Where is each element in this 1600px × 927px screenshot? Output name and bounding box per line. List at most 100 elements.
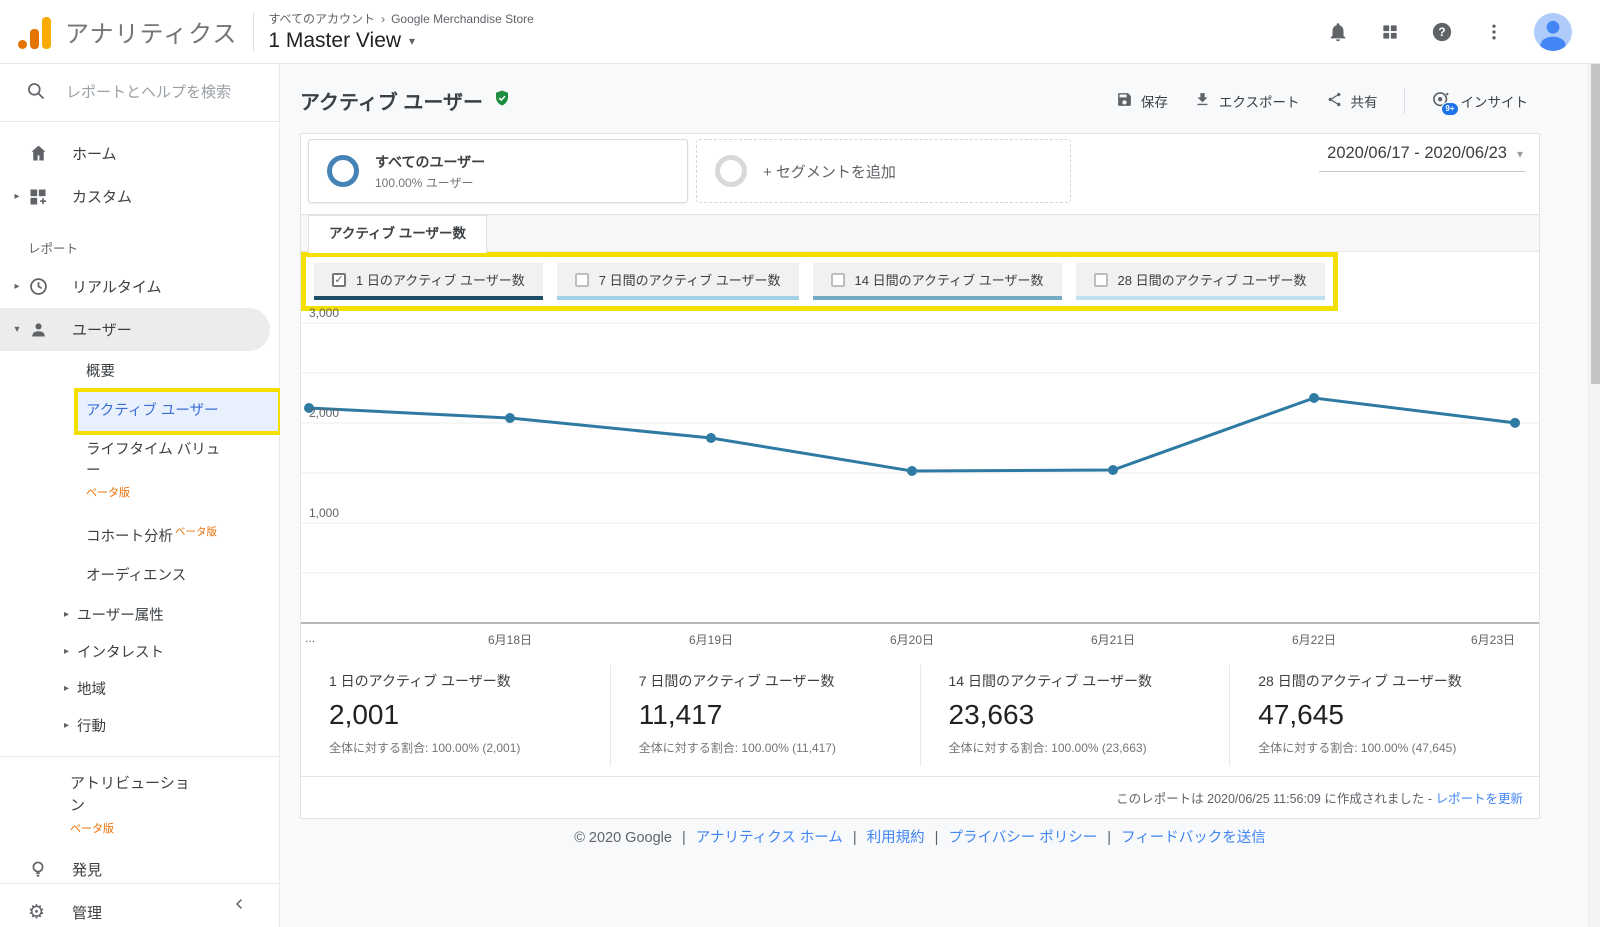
download-icon bbox=[1194, 91, 1211, 111]
sidebar-item-label: ユーザー bbox=[72, 319, 132, 340]
metric-label: 1 日のアクティブ ユーザー数 bbox=[356, 270, 525, 289]
search-icon bbox=[26, 81, 46, 105]
sidebar-item-lifetime-value[interactable]: ライフタイム バリュー ベータ版 bbox=[78, 431, 278, 513]
line-chart[interactable]: 3,0002,0001,000 bbox=[301, 311, 1539, 627]
person-icon bbox=[28, 319, 52, 341]
breadcrumb-separator: › bbox=[381, 12, 385, 26]
scrollbar[interactable] bbox=[1588, 64, 1600, 927]
scorecards-row: 1 日のアクティブ ユーザー数 2,001 全体に対する割合: 100.00% … bbox=[301, 651, 1539, 776]
help-icon[interactable]: ? bbox=[1430, 20, 1454, 44]
collapse-arrow-icon: ▾ bbox=[6, 324, 28, 335]
more-vert-icon[interactable] bbox=[1482, 20, 1506, 44]
tab-active-users-count[interactable]: アクティブ ユーザー数 bbox=[308, 215, 487, 253]
metric-checkbox-28day[interactable]: 28 日間のアクティブ ユーザー数 bbox=[1076, 263, 1325, 300]
scorecard-value: 47,645 bbox=[1258, 699, 1511, 731]
scorecard-7day: 7 日間のアクティブ ユーザー数 11,417 全体に対する割合: 100.00… bbox=[610, 665, 920, 766]
footer-link-terms[interactable]: 利用規約 bbox=[867, 830, 925, 846]
insights-button[interactable]: 9+ インサイト bbox=[1431, 90, 1529, 112]
divider bbox=[0, 756, 279, 757]
scorecard-14day: 14 日間のアクティブ ユーザー数 23,663 全体に対する割合: 100.0… bbox=[920, 665, 1230, 766]
search-input[interactable] bbox=[66, 84, 246, 101]
x-axis-tick-label: 6月21日 bbox=[1091, 631, 1135, 648]
report-card: すべてのユーザー 100.00% ユーザー + セグメントを追加 2020/06… bbox=[300, 133, 1540, 819]
save-button[interactable]: 保存 bbox=[1116, 91, 1168, 111]
sidebar-section-reports: レポート bbox=[0, 218, 279, 265]
report-generated-text: このレポートは 2020/06/25 11:56:09 に作成されました - bbox=[1116, 792, 1432, 806]
logo-bar bbox=[30, 29, 39, 49]
sidebar-item-home[interactable]: ホーム bbox=[0, 132, 279, 175]
insights-icon: 9+ bbox=[1431, 90, 1453, 112]
sidebar-item-demographics[interactable]: ▸ ユーザー属性 bbox=[64, 596, 279, 633]
expand-arrow-icon: ▸ bbox=[64, 609, 69, 620]
scorecard-value: 2,001 bbox=[329, 699, 582, 731]
x-axis-tick-label: 6月22日 bbox=[1292, 631, 1336, 648]
copyright: © 2020 Google bbox=[574, 830, 672, 846]
page-footer: © 2020 Google | アナリティクス ホーム | 利用規約 | プライ… bbox=[300, 826, 1540, 847]
segment-ring-icon bbox=[715, 155, 747, 187]
checkbox-icon bbox=[575, 273, 589, 287]
view-selector[interactable]: 1 Master View ▾ bbox=[268, 29, 533, 53]
breadcrumb-property[interactable]: Google Merchandise Store bbox=[391, 12, 534, 26]
chart-canvas bbox=[301, 311, 1539, 627]
sidebar-item-attribution[interactable]: アトリビューション ベータ版 bbox=[70, 765, 279, 842]
scorecard-value: 11,417 bbox=[639, 699, 892, 731]
home-icon bbox=[28, 143, 52, 165]
apps-grid-icon[interactable] bbox=[1378, 20, 1402, 44]
scrollbar-thumb[interactable] bbox=[1591, 64, 1600, 384]
footer-link-analytics-home[interactable]: アナリティクス ホーム bbox=[696, 830, 843, 846]
sidebar-item-geo[interactable]: ▸ 地域 bbox=[64, 670, 279, 707]
avatar[interactable] bbox=[1534, 13, 1572, 51]
save-icon bbox=[1116, 91, 1133, 111]
header-divider bbox=[253, 12, 254, 52]
chevron-down-icon: ▾ bbox=[1517, 147, 1523, 161]
sidebar-item-label: リアルタイム bbox=[72, 276, 162, 297]
insights-count-badge: 9+ bbox=[1441, 102, 1458, 116]
logo-bar bbox=[42, 17, 51, 49]
scorecard-value: 23,663 bbox=[949, 699, 1202, 731]
beta-badge: ベータ版 bbox=[70, 818, 279, 840]
expand-arrow-icon: ▸ bbox=[64, 720, 69, 731]
footer-link-feedback[interactable]: フィードバックを送信 bbox=[1121, 830, 1266, 846]
beta-badge: ベータ版 bbox=[175, 526, 217, 538]
analytics-logo-icon[interactable] bbox=[18, 15, 51, 49]
scorecard-share: 全体に対する割合: 100.00% (47,645) bbox=[1258, 739, 1511, 756]
segment-title: すべてのユーザー bbox=[375, 152, 485, 172]
scorecard-share: 全体に対する割合: 100.00% (23,663) bbox=[949, 739, 1202, 756]
product-name: アナリティクス bbox=[65, 14, 237, 49]
date-range-selector[interactable]: 2020/06/17 - 2020/06/23 ▾ bbox=[1319, 140, 1525, 172]
metric-checkbox-1day[interactable]: ✓ 1 日のアクティブ ユーザー数 bbox=[314, 263, 543, 300]
clock-icon bbox=[28, 276, 52, 298]
sidebar-item-custom[interactable]: ▸ カスタム bbox=[0, 175, 279, 218]
footer-link-privacy[interactable]: プライバシー ポリシー bbox=[948, 830, 1097, 846]
sidebar-item-behavior[interactable]: ▸ 行動 bbox=[64, 707, 279, 744]
svg-text:?: ? bbox=[1438, 25, 1445, 39]
sidebar-item-active-users[interactable]: アクティブ ユーザー bbox=[78, 392, 278, 431]
sidebar-item-users[interactable]: ▾ ユーザー bbox=[0, 308, 270, 351]
sidebar-item-audience[interactable]: オーディエンス bbox=[78, 557, 278, 596]
main-content: アクティブ ユーザー 保存 エクスポート 共有 9+ bbox=[280, 64, 1588, 927]
page-title: アクティブ ユーザー bbox=[300, 86, 511, 115]
add-segment-label: + セグメントを追加 bbox=[763, 161, 896, 182]
x-axis-tick-label: 6月18日 bbox=[488, 631, 532, 648]
sidebar-item-cohort[interactable]: コホート分析ベータ版 bbox=[78, 513, 278, 557]
x-axis-tick-label: ... bbox=[305, 631, 315, 645]
sidebar-collapse-icon[interactable] bbox=[231, 895, 249, 917]
checkbox-icon: ✓ bbox=[332, 273, 346, 287]
share-button[interactable]: 共有 bbox=[1326, 91, 1378, 111]
metric-checkbox-14day[interactable]: 14 日間のアクティブ ユーザー数 bbox=[813, 263, 1062, 300]
breadcrumb-account[interactable]: すべてのアカウント bbox=[268, 10, 375, 27]
notifications-bell-icon[interactable] bbox=[1326, 20, 1350, 44]
sidebar-item-overview[interactable]: 概要 bbox=[78, 353, 278, 392]
logo-dot bbox=[18, 40, 27, 49]
sidebar-item-realtime[interactable]: ▸ リアルタイム bbox=[0, 265, 279, 308]
expand-arrow-icon: ▸ bbox=[6, 191, 28, 202]
metric-label: 28 日間のアクティブ ユーザー数 bbox=[1118, 270, 1307, 289]
export-button[interactable]: エクスポート bbox=[1194, 91, 1300, 111]
sidebar-item-interests[interactable]: ▸ インタレスト bbox=[64, 633, 279, 670]
metric-checkbox-7day[interactable]: 7 日間のアクティブ ユーザー数 bbox=[557, 263, 799, 300]
add-segment-button[interactable]: + セグメントを追加 bbox=[696, 139, 1071, 203]
segment-all-users[interactable]: すべてのユーザー 100.00% ユーザー bbox=[308, 139, 688, 203]
refresh-report-link[interactable]: レポートを更新 bbox=[1435, 792, 1523, 806]
date-range-value: 2020/06/17 - 2020/06/23 bbox=[1327, 144, 1507, 163]
segment-subtitle: 100.00% ユーザー bbox=[375, 174, 485, 191]
